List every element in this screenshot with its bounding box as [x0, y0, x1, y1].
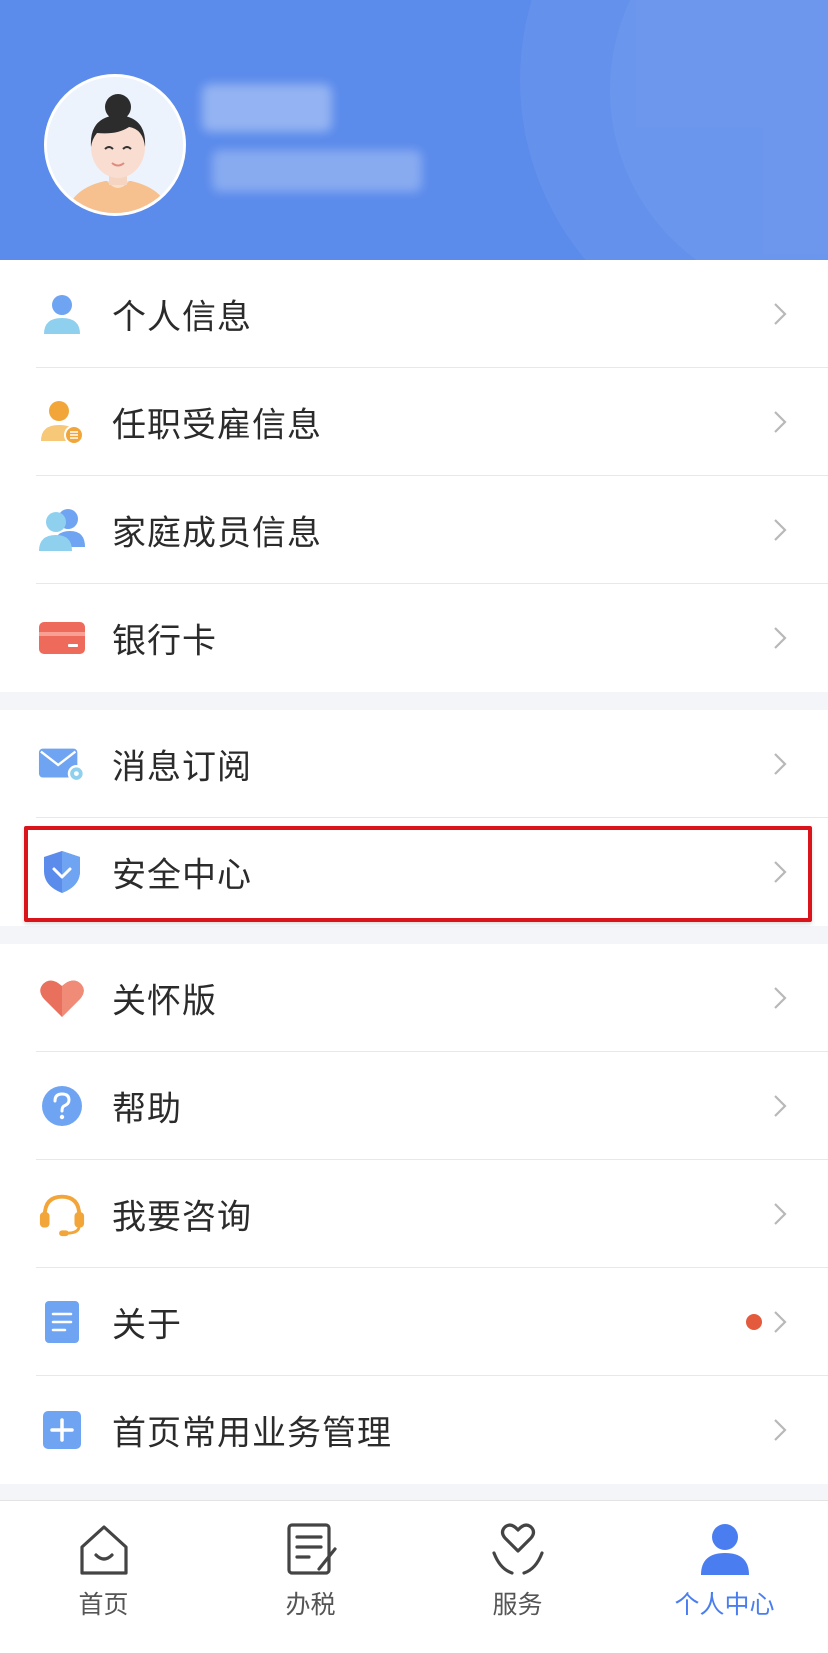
notification-dot — [746, 1314, 762, 1330]
tax-form-icon — [286, 1523, 337, 1575]
menu-group-settings: 消息订阅 安全中心 — [0, 710, 828, 926]
message-settings-icon — [38, 740, 86, 788]
add-icon — [38, 1406, 86, 1454]
menu-item-label: 任职受雇信息 — [112, 405, 322, 446]
menu-item-family-info[interactable]: 家庭成员信息 — [0, 476, 828, 584]
tab-label: 个人中心 — [674, 1590, 775, 1619]
chevron-right-icon — [774, 1203, 787, 1225]
headset-icon — [38, 1190, 86, 1238]
menu-item-label: 关于 — [112, 1305, 182, 1346]
menu-item-label: 消息订阅 — [112, 747, 252, 788]
bank-card-icon — [38, 614, 86, 662]
menu-item-security-center[interactable]: 安全中心 — [0, 818, 828, 926]
menu-group-other: 关怀版 帮助 我要咨询 关于 首页常用业务管理 — [0, 944, 828, 1484]
menu-item-bank-card[interactable]: 银行卡 — [0, 584, 828, 692]
female-avatar-icon — [47, 77, 183, 213]
profile-icon — [700, 1524, 749, 1575]
avatar[interactable] — [44, 74, 186, 216]
tab-label: 首页 — [78, 1590, 129, 1619]
tab-tax[interactable]: 办税 — [207, 1501, 414, 1653]
menu-item-help[interactable]: 帮助 — [0, 1052, 828, 1160]
chevron-right-icon — [774, 1419, 787, 1441]
user-name-blurred — [202, 84, 332, 132]
help-icon — [38, 1082, 86, 1130]
chevron-right-icon — [774, 627, 787, 649]
shield-icon — [38, 848, 86, 896]
menu-item-label: 家庭成员信息 — [112, 513, 322, 554]
chevron-right-icon — [774, 861, 787, 883]
document-icon — [38, 1298, 86, 1346]
profile-header — [0, 0, 828, 260]
home-icon — [79, 1525, 128, 1575]
menu-item-label: 首页常用业务管理 — [112, 1413, 392, 1454]
tab-personal-center[interactable]: 个人中心 — [621, 1501, 828, 1653]
menu-item-label: 安全中心 — [112, 855, 252, 896]
employment-icon — [38, 398, 86, 446]
chevron-right-icon — [774, 987, 787, 1009]
tab-label: 办税 — [285, 1590, 336, 1619]
user-subtitle-blurred — [212, 150, 422, 192]
menu-item-care-mode[interactable]: 关怀版 — [0, 944, 828, 1052]
chevron-right-icon — [774, 519, 787, 541]
menu-item-message-subscription[interactable]: 消息订阅 — [0, 710, 828, 818]
heart-icon — [38, 974, 86, 1022]
menu-item-home-business-management[interactable]: 首页常用业务管理 — [0, 1376, 828, 1484]
menu-item-label: 关怀版 — [112, 981, 217, 1022]
bottom-tab-bar: 首页 办税 服务 个人中心 — [0, 1500, 828, 1653]
menu-item-label: 我要咨询 — [112, 1197, 252, 1238]
person-icon — [38, 290, 86, 338]
chevron-right-icon — [774, 1095, 787, 1117]
chevron-right-icon — [774, 753, 787, 775]
tab-label: 服务 — [492, 1590, 543, 1619]
chevron-right-icon — [774, 411, 787, 433]
menu-item-label: 帮助 — [112, 1089, 182, 1130]
tab-services[interactable]: 服务 — [414, 1501, 621, 1653]
menu-item-personal-info[interactable]: 个人信息 — [0, 260, 828, 368]
family-icon — [38, 506, 86, 554]
chevron-right-icon — [774, 1311, 787, 1333]
menu-item-consult[interactable]: 我要咨询 — [0, 1160, 828, 1268]
menu-item-label: 银行卡 — [112, 621, 217, 662]
menu-item-employment-info[interactable]: 任职受雇信息 — [0, 368, 828, 476]
service-heart-icon — [491, 1523, 544, 1575]
menu-item-about[interactable]: 关于 — [0, 1268, 828, 1376]
menu-group-personal: 个人信息 任职受雇信息 家庭成员信息 银行卡 — [0, 260, 828, 692]
chevron-right-icon — [774, 303, 787, 325]
menu-item-label: 个人信息 — [112, 297, 252, 338]
tab-home[interactable]: 首页 — [0, 1501, 207, 1653]
